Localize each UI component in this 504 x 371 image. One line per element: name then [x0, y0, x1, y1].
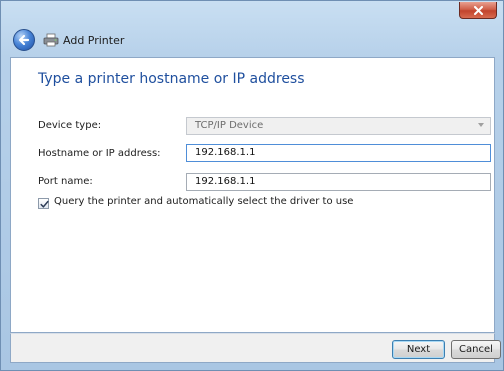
device-type-label: Device type: [38, 120, 102, 131]
checkmark-icon [40, 200, 49, 208]
query-driver-label[interactable]: Query the printer and automatically sele… [54, 196, 353, 207]
printer-icon [43, 33, 59, 47]
next-button[interactable]: Next [392, 340, 445, 359]
back-arrow-icon [18, 34, 30, 46]
port-name-input[interactable]: 192.168.1.1 [186, 173, 491, 191]
hostname-input[interactable]: 192.168.1.1 [186, 144, 491, 162]
window-title: Add Printer [63, 34, 125, 47]
port-name-value: 192.168.1.1 [195, 176, 256, 187]
device-type-dropdown[interactable]: TCP/IP Device [186, 117, 491, 135]
close-icon [474, 6, 483, 15]
content-panel: Type a printer hostname or IP address De… [10, 57, 495, 333]
port-name-label: Port name: [38, 176, 93, 187]
device-type-value: TCP/IP Device [195, 120, 264, 131]
button-bar: Next Cancel [10, 333, 501, 363]
query-driver-checkbox[interactable] [38, 198, 49, 209]
hostname-value: 192.168.1.1 [195, 147, 256, 158]
back-button[interactable] [13, 29, 35, 51]
navigation-bar: Add Printer [1, 25, 503, 55]
close-button[interactable] [459, 2, 497, 19]
page-heading: Type a printer hostname or IP address [38, 71, 305, 87]
title-bar [1, 1, 503, 25]
chevron-down-icon [478, 123, 484, 127]
cancel-button[interactable]: Cancel [451, 340, 501, 359]
hostname-label: Hostname or IP address: [38, 148, 161, 159]
add-printer-window: Add Printer Type a printer hostname or I… [0, 0, 504, 371]
